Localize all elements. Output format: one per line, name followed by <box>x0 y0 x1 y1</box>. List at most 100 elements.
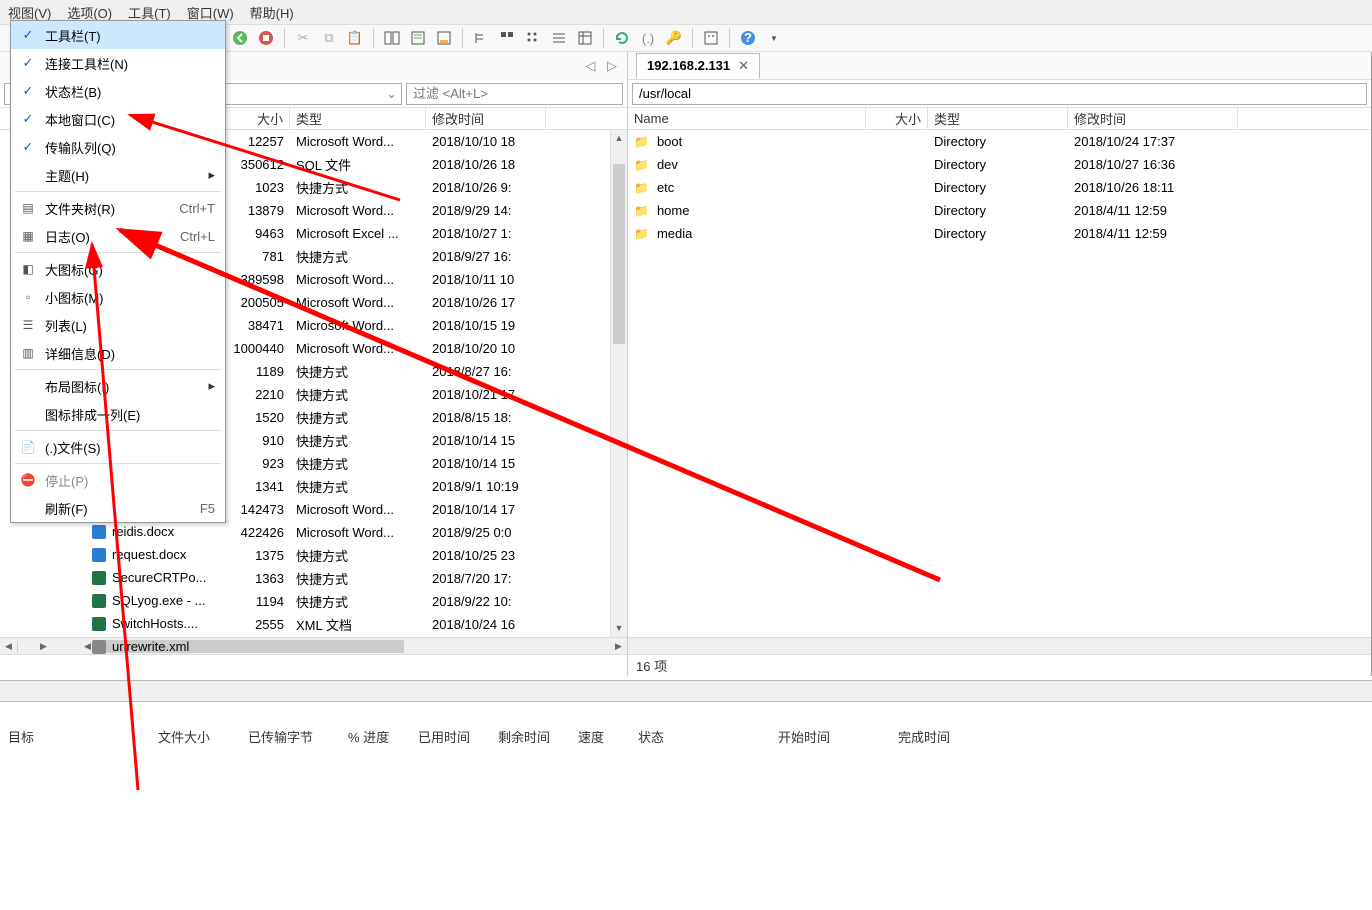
menu-item[interactable]: 📄(.)文件(S) <box>11 433 225 461</box>
queue-col[interactable]: 开始时间 <box>770 727 890 746</box>
local-col-type[interactable]: 类型 <box>290 108 426 129</box>
file-name: media <box>657 226 692 241</box>
folder-icon <box>634 203 651 218</box>
menu-item[interactable]: ▤文件夹树(R)Ctrl+T <box>11 194 225 222</box>
copy-icon[interactable]: ⧉ <box>319 28 339 48</box>
log-icon[interactable] <box>408 28 428 48</box>
file-row[interactable]: reidis.docx <box>86 520 290 543</box>
menu-item[interactable]: 图标排成一列(E) <box>11 400 225 428</box>
menu-item[interactable]: 刷新(F)F5 <box>11 494 225 522</box>
help-icon[interactable]: ? <box>738 28 758 48</box>
file-row[interactable]: devDirectory2018/10/27 16:36 <box>628 153 1371 176</box>
view-list-icon[interactable] <box>549 28 569 48</box>
queue-divider[interactable] <box>0 680 1372 702</box>
menu-item[interactable]: ☰列表(L) <box>11 311 225 339</box>
back-icon[interactable] <box>230 28 250 48</box>
help-drop-icon[interactable]: ▼ <box>764 28 784 48</box>
menu-item[interactable]: ✓状态栏(B) <box>11 77 225 105</box>
file-row[interactable]: etcDirectory2018/10/26 18:11 <box>628 176 1371 199</box>
queue-col[interactable]: 速度 <box>570 727 630 746</box>
log-icon: ▦ <box>20 228 36 244</box>
menu-item[interactable]: ▫小图标(M) <box>11 283 225 311</box>
cut-icon[interactable]: ✂ <box>293 28 313 48</box>
view-tree-icon[interactable] <box>471 28 491 48</box>
remote-tab-label: 192.168.2.131 <box>647 58 730 73</box>
view-detail-icon[interactable] <box>575 28 595 48</box>
remote-col-date[interactable]: 修改时间 <box>1068 108 1238 129</box>
small-icon: ▫ <box>20 289 36 305</box>
options-icon[interactable] <box>701 28 721 48</box>
list-icon: ☰ <box>20 317 36 333</box>
menu-item[interactable]: ✓工具栏(T) <box>11 21 225 49</box>
file-name: home <box>657 203 690 218</box>
remote-hscroll[interactable] <box>628 637 1371 654</box>
folder-icon <box>634 226 651 241</box>
menu-item[interactable]: 主题(H)▸ <box>11 161 225 189</box>
menu-help[interactable]: 帮助(H) <box>250 3 294 22</box>
menu-view[interactable]: 视图(V) <box>8 3 51 22</box>
view-small-icon[interactable] <box>523 28 543 48</box>
remote-filelist[interactable]: bootDirectory2018/10/24 17:37devDirector… <box>628 130 1371 637</box>
submenu-arrow-icon: ▸ <box>208 378 215 394</box>
remote-tab[interactable]: 192.168.2.131 ✕ <box>636 53 760 79</box>
remote-tabbar: 192.168.2.131 ✕ <box>628 52 1371 80</box>
file-row[interactable]: bootDirectory2018/10/24 17:37 <box>628 130 1371 153</box>
menu-item[interactable]: ▦日志(O)Ctrl+L <box>11 222 225 250</box>
key-icon[interactable]: 🔑 <box>664 28 684 48</box>
menu-item-label: 主题(H) <box>45 166 89 185</box>
file-row[interactable]: SecureCRTPo... <box>86 566 290 589</box>
queue-col[interactable]: 完成时间 <box>890 727 990 746</box>
file-row[interactable]: SQLyog.exe - ... <box>86 589 290 612</box>
file-row[interactable]: urlrewrite.xml <box>86 635 290 658</box>
remote-col-name[interactable]: Name <box>628 108 866 129</box>
menu-item[interactable]: ▥详细信息(D) <box>11 339 225 367</box>
menu-tools[interactable]: 工具(T) <box>128 3 171 22</box>
local-filter-input[interactable] <box>406 83 623 105</box>
local-scrollbar[interactable]: ▲ ▼ <box>610 130 627 637</box>
queue-col[interactable]: 已用时间 <box>410 727 490 746</box>
file-row[interactable]: SwitchHosts.... <box>86 612 290 635</box>
remote-col-size[interactable]: 大小 <box>866 108 928 129</box>
stop-icon: ⛔ <box>20 472 36 488</box>
queue-col[interactable]: 剩余时间 <box>490 727 570 746</box>
menu-item[interactable]: ✓本地窗口(C) <box>11 105 225 133</box>
menu-item[interactable]: ◧ 大图标(G) <box>11 255 225 283</box>
queue-col[interactable]: 文件大小 <box>150 727 240 746</box>
paste-icon[interactable]: 📋 <box>345 28 365 48</box>
menu-window[interactable]: 窗口(W) <box>187 3 234 22</box>
menu-item[interactable]: 布局图标(I)▸ <box>11 372 225 400</box>
menu-item[interactable]: ✓传输队列(Q) <box>11 133 225 161</box>
file-name: SwitchHosts.... <box>112 616 198 631</box>
file-name: request.docx <box>112 547 186 562</box>
panes-icon[interactable] <box>382 28 402 48</box>
folder-icon <box>634 157 651 172</box>
file-name: SecureCRTPo... <box>112 570 206 585</box>
menu-item-label: 本地窗口(C) <box>45 110 115 129</box>
queue-col[interactable]: 状态 <box>630 727 770 746</box>
menu-item[interactable]: ✓连接工具栏(N) <box>11 49 225 77</box>
remote-headers: Name 大小 类型 修改时间 <box>628 108 1371 130</box>
queue-col[interactable]: 已传输字节 <box>240 727 340 746</box>
local-col-date[interactable]: 修改时间 <box>426 108 546 129</box>
refresh-icon[interactable] <box>612 28 632 48</box>
stop-icon[interactable] <box>256 28 276 48</box>
view-large-icon[interactable] <box>497 28 517 48</box>
queue-icon[interactable] <box>434 28 454 48</box>
remote-path-input[interactable] <box>632 83 1367 105</box>
queue-col[interactable]: % 进度 <box>340 727 410 746</box>
queue-col[interactable]: 目标 <box>0 727 150 746</box>
file-row[interactable]: mediaDirectory2018/4/11 12:59 <box>628 222 1371 245</box>
large-icon: ◧ <box>20 261 36 277</box>
menu-item-label: 刷新(F) <box>45 499 88 518</box>
menu-options[interactable]: 选项(O) <box>67 3 112 22</box>
remote-col-type[interactable]: 类型 <box>928 108 1068 129</box>
menu-item-label: 大图标(G) <box>45 260 103 279</box>
file-row[interactable]: request.docx <box>86 543 290 566</box>
file-name: urlrewrite.xml <box>112 639 189 654</box>
tab-close-icon[interactable]: ✕ <box>738 58 749 74</box>
menu-item: ⛔停止(P) <box>11 466 225 494</box>
menu-item-label: 工具栏(T) <box>45 26 101 45</box>
tab-nav-arrows[interactable]: ◁ ▷ <box>585 58 627 74</box>
file-row[interactable]: homeDirectory2018/4/11 12:59 <box>628 199 1371 222</box>
dotfiles-icon[interactable]: (.) <box>638 28 658 48</box>
